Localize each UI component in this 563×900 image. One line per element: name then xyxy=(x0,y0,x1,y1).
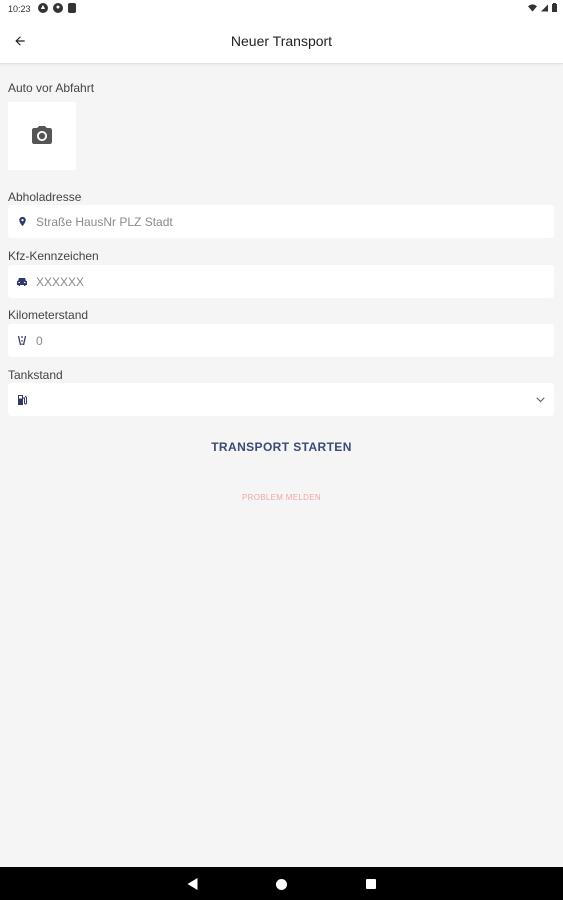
sd-card-icon xyxy=(68,3,76,13)
nav-recents-icon xyxy=(366,879,376,889)
app-bar: Neuer Transport xyxy=(0,20,563,64)
fuel-icon xyxy=(8,383,36,416)
pickup-address-field xyxy=(8,205,554,238)
report-problem-button[interactable]: PROBLEM MELDEN xyxy=(0,493,563,502)
nav-home-icon xyxy=(275,878,287,890)
license-plate-label: Kfz-Kennzeichen xyxy=(8,249,99,263)
license-plate-input[interactable] xyxy=(36,266,554,297)
battery-icon xyxy=(552,3,557,12)
fuel-level-select[interactable] xyxy=(8,383,554,416)
odometer-icon xyxy=(8,324,36,357)
wifi-icon xyxy=(528,3,537,12)
license-plate-field xyxy=(8,265,554,298)
fuel-level-label: Tankstand xyxy=(8,368,63,382)
status-notifications: ▲ ● xyxy=(38,3,76,13)
mileage-label: Kilometerstand xyxy=(8,308,89,322)
chevron-down-icon xyxy=(526,396,554,403)
photo-label: Auto vor Abfahrt xyxy=(8,81,95,95)
pickup-address-label: Abholadresse xyxy=(8,190,82,204)
mileage-field xyxy=(8,324,554,357)
mileage-input[interactable] xyxy=(36,325,554,356)
start-transport-button[interactable]: TRANSPORT STARTEN xyxy=(0,440,563,454)
page-title: Neuer Transport xyxy=(230,33,333,49)
status-time: 10:23 xyxy=(8,4,31,14)
status-system-icons xyxy=(528,3,557,12)
pickup-address-input[interactable] xyxy=(36,206,554,237)
status-bar: 10:23 ▲ ● xyxy=(0,0,563,20)
app-notification-icon: ▲ xyxy=(38,3,48,13)
nav-back-button[interactable] xyxy=(183,875,201,893)
signal-icon xyxy=(541,4,548,11)
camera-icon xyxy=(32,126,52,144)
car-icon xyxy=(8,265,36,298)
take-photo-button[interactable] xyxy=(8,102,76,170)
nav-home-button[interactable] xyxy=(272,875,290,893)
system-nav-bar xyxy=(0,867,563,900)
nav-recents-button[interactable] xyxy=(362,875,380,893)
nav-back-icon xyxy=(187,878,197,890)
location-pin-icon xyxy=(8,205,36,238)
chrome-icon: ● xyxy=(53,3,63,13)
